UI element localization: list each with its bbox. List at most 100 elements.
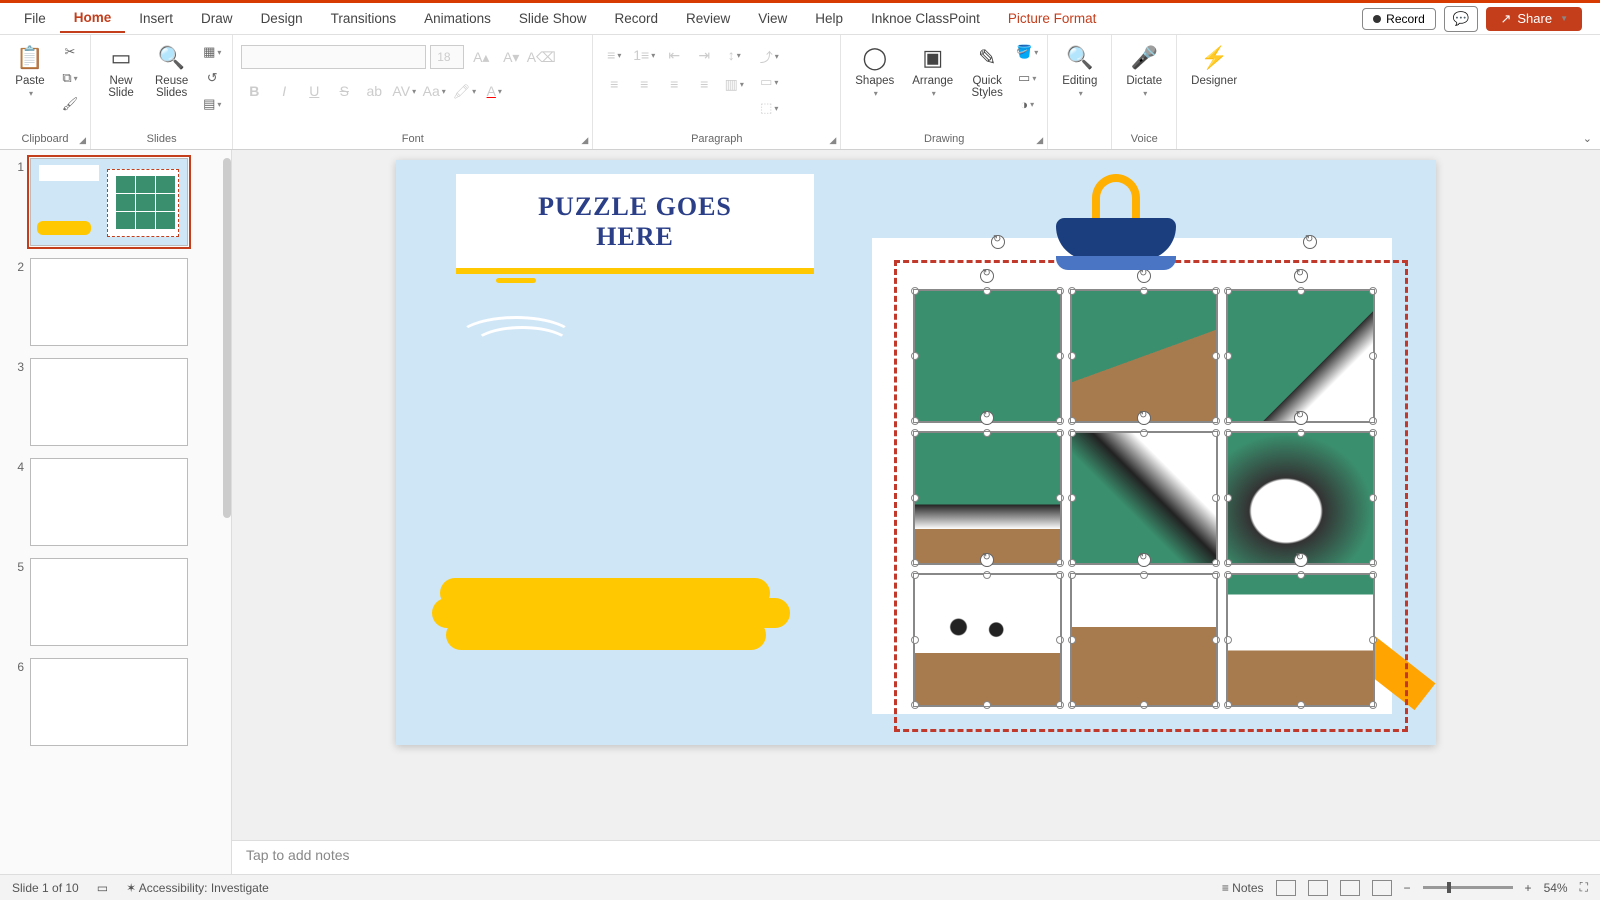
tab-review[interactable]: Review	[672, 5, 744, 32]
text-direction-button[interactable]: ⤴▾	[757, 45, 781, 67]
tab-transitions[interactable]: Transitions	[317, 5, 411, 32]
font-name-combo[interactable]	[241, 45, 426, 69]
copy-button[interactable]: ⧉▾	[58, 67, 82, 89]
bold-button[interactable]: B	[241, 79, 267, 103]
reading-view-button[interactable]	[1340, 880, 1360, 896]
shrink-font-button[interactable]: A▾	[498, 45, 524, 69]
indent-button[interactable]: ⇥	[691, 43, 717, 67]
shadow-button[interactable]: ab	[361, 79, 387, 103]
tab-file[interactable]: File	[10, 5, 60, 32]
paragraph-dialog-launcher[interactable]: ◢	[829, 135, 836, 146]
selection-group-frame[interactable]	[894, 260, 1408, 732]
outdent-button[interactable]: ⇤	[661, 43, 687, 67]
arrange-button[interactable]: ▣Arrange▾	[906, 39, 959, 102]
slide-thumbnail-6[interactable]	[30, 658, 188, 746]
align-text-button[interactable]: ▭▾	[757, 71, 781, 93]
line-spacing-button[interactable]: ↕▾	[721, 43, 747, 67]
slide-thumbnail-4[interactable]	[30, 458, 188, 546]
slide-thumbnail-3[interactable]	[30, 358, 188, 446]
bullets-button[interactable]: ≡▾	[601, 43, 627, 67]
thumb-row-1[interactable]: 1	[4, 158, 227, 246]
editing-button[interactable]: 🔍Editing▾	[1056, 39, 1103, 102]
slide-thumbnail-1[interactable]	[30, 158, 188, 246]
reuse-slides-button[interactable]: 🔍 Reuse Slides	[149, 39, 194, 103]
numbering-button[interactable]: 1≡▾	[631, 43, 657, 67]
thumb-scrollbar[interactable]	[223, 158, 231, 518]
tab-slideshow[interactable]: Slide Show	[505, 5, 601, 32]
slide-thumbnail-5[interactable]	[30, 558, 188, 646]
designer-button[interactable]: ⚡Designer	[1185, 39, 1243, 91]
shapes-button[interactable]: ◯Shapes▾	[849, 39, 900, 102]
thumb-row-3[interactable]: 3	[4, 358, 227, 446]
notes-pane[interactable]: Tap to add notes	[232, 840, 1600, 874]
paste-button[interactable]: 📋 Paste ▾	[8, 39, 52, 102]
zoom-in-button[interactable]: +	[1525, 881, 1532, 895]
align-left-button[interactable]: ≡	[601, 72, 627, 96]
smartart-button[interactable]: ⬚▾	[757, 97, 781, 119]
collapse-ribbon-button[interactable]: ⌄	[1583, 132, 1592, 145]
slide-counter[interactable]: Slide 1 of 10	[12, 881, 79, 895]
tab-record[interactable]: Record	[600, 5, 672, 32]
slide-viewport[interactable]: PUZZLE GOES HERE	[232, 150, 1600, 840]
rotate-handle-icon[interactable]	[1303, 235, 1317, 249]
quick-styles-button[interactable]: ✎Quick Styles	[965, 39, 1009, 103]
title-textbox[interactable]: PUZZLE GOES HERE	[456, 174, 814, 270]
italic-button[interactable]: I	[271, 79, 297, 103]
zoom-slider[interactable]	[1423, 886, 1513, 889]
tab-help[interactable]: Help	[801, 5, 857, 32]
tab-insert[interactable]: Insert	[125, 5, 187, 32]
underline-button[interactable]: U	[301, 79, 327, 103]
share-button[interactable]: ↗Share▼	[1486, 7, 1582, 31]
highlight-button[interactable]: 🖍▾	[451, 79, 477, 103]
new-slide-button[interactable]: ▭ New Slide	[99, 39, 143, 103]
shape-fill-button[interactable]: 🪣▾	[1015, 41, 1039, 63]
reset-button[interactable]: ↺	[200, 67, 224, 89]
thumb-row-2[interactable]: 2	[4, 258, 227, 346]
dictate-button[interactable]: 🎤Dictate▾	[1120, 39, 1168, 102]
slideshow-view-button[interactable]	[1372, 880, 1392, 896]
shape-effects-button[interactable]: ◑▾	[1015, 93, 1039, 115]
case-button[interactable]: Aa▾	[421, 79, 447, 103]
font-dialog-launcher[interactable]: ◢	[581, 135, 588, 146]
tab-draw[interactable]: Draw	[187, 5, 247, 32]
tab-design[interactable]: Design	[247, 5, 317, 32]
strike-button[interactable]: S	[331, 79, 357, 103]
record-button[interactable]: Record	[1362, 8, 1436, 30]
rotate-handle-icon[interactable]	[991, 235, 1005, 249]
font-color-button[interactable]: A▾	[481, 79, 507, 103]
spacing-button[interactable]: AV▾	[391, 79, 417, 103]
cut-button[interactable]: ✂	[58, 41, 82, 63]
grow-font-button[interactable]: A▴	[468, 45, 494, 69]
thumbnail-panel[interactable]: 1 2 3 4 5 6	[0, 150, 232, 874]
language-button[interactable]: ▭	[97, 881, 108, 895]
thumb-row-5[interactable]: 5	[4, 558, 227, 646]
thumb-row-6[interactable]: 6	[4, 658, 227, 746]
align-center-button[interactable]: ≡	[631, 72, 657, 96]
notes-toggle-button[interactable]: ≡ Notes	[1222, 881, 1264, 895]
clipboard-dialog-launcher[interactable]: ◢	[79, 135, 86, 146]
thumb-row-4[interactable]: 4	[4, 458, 227, 546]
format-painter-button[interactable]: 🖌	[58, 93, 82, 115]
columns-button[interactable]: ▥▾	[721, 72, 747, 96]
layout-button[interactable]: ▦▾	[200, 41, 224, 63]
drawing-dialog-launcher[interactable]: ◢	[1036, 135, 1043, 146]
comments-button[interactable]: 💬	[1444, 6, 1479, 32]
normal-view-button[interactable]	[1276, 880, 1296, 896]
slide-canvas[interactable]: PUZZLE GOES HERE	[396, 160, 1436, 745]
slide-thumbnail-2[interactable]	[30, 258, 188, 346]
zoom-out-button[interactable]: −	[1404, 881, 1411, 895]
sorter-view-button[interactable]	[1308, 880, 1328, 896]
tab-classpoint[interactable]: Inknoe ClassPoint	[857, 5, 994, 32]
tab-picture-format[interactable]: Picture Format	[994, 5, 1111, 32]
font-size-combo[interactable]: 18	[430, 45, 464, 69]
shape-outline-button[interactable]: ▭▾	[1015, 67, 1039, 89]
align-right-button[interactable]: ≡	[661, 72, 687, 96]
tab-animations[interactable]: Animations	[410, 5, 505, 32]
justify-button[interactable]: ≡	[691, 72, 717, 96]
fit-window-button[interactable]: ⛶	[1580, 880, 1588, 895]
zoom-level-label[interactable]: 54%	[1544, 881, 1568, 895]
tab-home[interactable]: Home	[60, 4, 126, 33]
tab-view[interactable]: View	[744, 5, 801, 32]
clear-format-button[interactable]: A⌫	[528, 45, 554, 69]
section-button[interactable]: ▤▾	[200, 93, 224, 115]
